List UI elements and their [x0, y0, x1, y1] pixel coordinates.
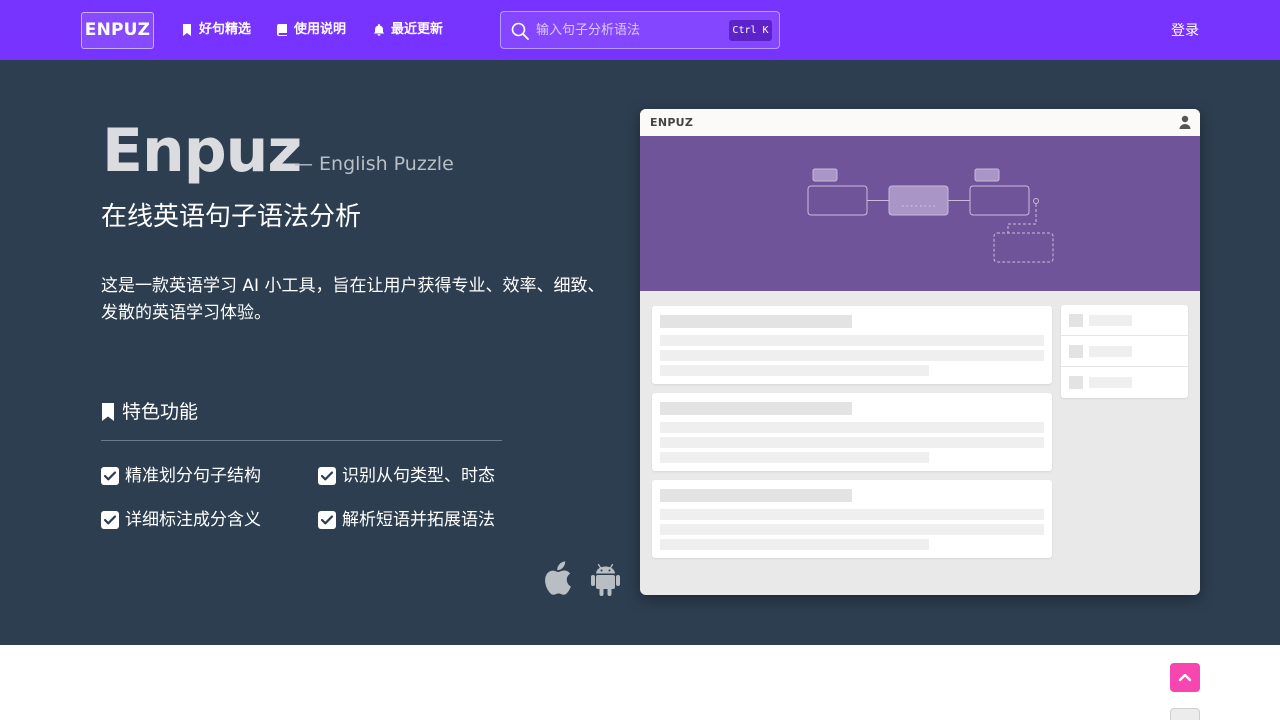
shortcut-key: K — [762, 25, 769, 36]
hero-title: Enpuz — [102, 116, 302, 186]
nav-link-label: 最近更新 — [391, 22, 444, 37]
bell-icon — [373, 24, 385, 36]
bookmark-icon — [183, 24, 191, 36]
feature-label: 精准划分句子结构 — [125, 466, 261, 486]
back-to-top-button[interactable] — [1170, 663, 1200, 692]
nav-link-instructions[interactable]: 使用说明 — [276, 20, 346, 40]
top-navbar: ENPUZ 好句精选 使用说明 最近更新 输入句子分析语法 Ctrl K 登录 — [0, 0, 1280, 60]
nav-link-label: 好句精选 — [199, 22, 252, 37]
check-square-icon — [101, 467, 119, 485]
nav-link-label: 使用说明 — [294, 22, 347, 37]
placeholder-card — [652, 393, 1052, 471]
check-square-icon — [101, 511, 119, 529]
features-divider — [101, 440, 502, 441]
shortcut-modifier: Ctrl — [732, 25, 757, 36]
features-heading-label: 特色功能 — [122, 401, 199, 423]
search-icon — [511, 22, 529, 40]
placeholder-card — [652, 480, 1052, 558]
search-box[interactable]: 输入句子分析语法 Ctrl K — [500, 11, 780, 49]
feature-item: 精准划分句子结构 — [101, 464, 261, 488]
check-square-icon — [318, 467, 336, 485]
feature-item: 详细标注成分含义 — [101, 508, 261, 532]
search-shortcut-hint: Ctrl K — [729, 20, 772, 41]
mockup-diagram-area — [640, 136, 1200, 291]
check-square-icon — [318, 511, 336, 529]
feature-item: 识别从句类型、时态 — [318, 464, 495, 488]
feature-label: 识别从句类型、时态 — [342, 466, 495, 486]
hero-subtitle: 在线英语句子语法分析 — [101, 202, 362, 232]
floating-action-button[interactable] — [1170, 708, 1200, 720]
mockup-brand: ENPUZ — [650, 116, 694, 129]
placeholder-side-list — [1061, 305, 1188, 398]
feature-item: 解析短语并拓展语法 — [318, 508, 495, 532]
book-icon — [277, 24, 287, 36]
brand-logo[interactable]: ENPUZ — [81, 12, 154, 49]
sentence-structure-diagram — [807, 168, 1054, 263]
login-link[interactable]: 登录 — [1171, 22, 1199, 40]
hero-description: 这是一款英语学习 AI 小工具，旨在让用户获得专业、效率、细致、 发散的英语学习… — [101, 273, 621, 327]
feature-label: 详细标注成分含义 — [125, 510, 261, 530]
nav-link-featured-sentences[interactable]: 好句精选 — [181, 20, 251, 40]
hero-tagline: — English Puzzle — [294, 153, 454, 175]
chevron-up-icon — [1178, 673, 1192, 682]
mockup-titlebar: ENPUZ — [640, 109, 1200, 136]
description-line: 发散的英语学习体验。 — [101, 303, 271, 323]
apple-icon[interactable] — [541, 561, 572, 596]
user-icon — [1179, 115, 1191, 129]
app-preview-mockup: ENPUZ — [640, 109, 1200, 595]
placeholder-card — [652, 306, 1052, 384]
features-heading: 特色功能 — [101, 399, 198, 425]
search-placeholder: 输入句子分析语法 — [536, 23, 641, 38]
android-icon[interactable] — [591, 563, 620, 596]
bookmark-icon — [102, 403, 114, 421]
nav-link-recent-updates[interactable]: 最近更新 — [373, 20, 443, 40]
feature-label: 解析短语并拓展语法 — [342, 510, 495, 530]
description-line: 这是一款英语学习 AI 小工具，旨在让用户获得专业、效率、细致、 — [101, 276, 605, 296]
